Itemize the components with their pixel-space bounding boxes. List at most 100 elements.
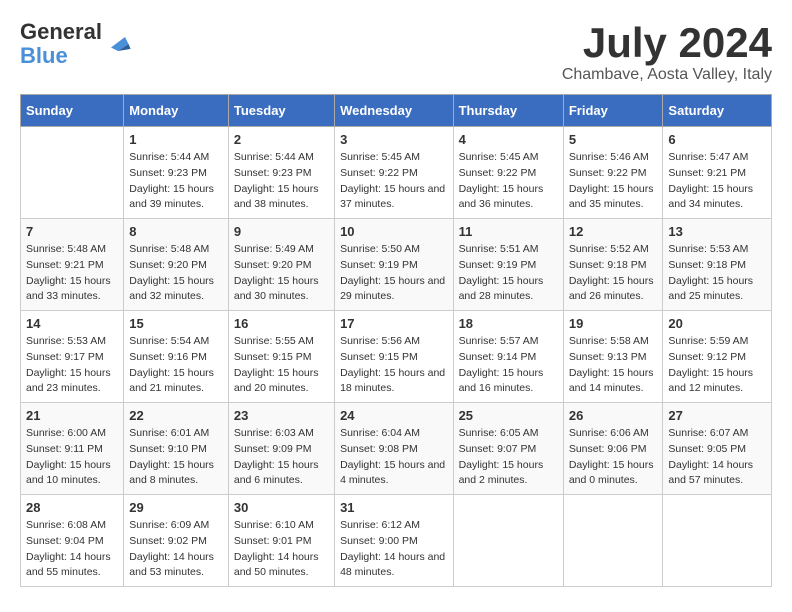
column-header-sunday: Sunday	[21, 95, 124, 127]
calendar-cell: 17 Sunrise: 5:56 AMSunset: 9:15 PMDayligh…	[335, 311, 453, 403]
day-number: 14	[26, 316, 118, 331]
day-info: Sunrise: 5:55 AMSunset: 9:15 PMDaylight:…	[234, 334, 329, 397]
calendar-cell: 5Sunrise: 5:46 AMSunset: 9:22 PMDaylight…	[563, 127, 663, 219]
calendar-cell: 18 Sunrise: 5:57 AMSunset: 9:14 PMDayligh…	[453, 311, 563, 403]
page-header: GeneralBlue July 2024 Chambave, Aosta Va…	[20, 20, 772, 84]
calendar-cell: 24 Sunrise: 6:04 AMSunset: 9:08 PMDayligh…	[335, 403, 453, 495]
calendar-cell: 19 Sunrise: 5:58 AMSunset: 9:13 PMDayligh…	[563, 311, 663, 403]
day-number: 17	[340, 316, 447, 331]
day-number: 8	[129, 224, 223, 239]
day-number: 21	[26, 408, 118, 423]
day-info: Sunrise: 5:49 AMSunset: 9:20 PMDaylight:…	[234, 242, 329, 305]
calendar-cell: 1 Sunrise: 5:44 AMSunset: 9:23 PMDaylight…	[124, 127, 229, 219]
day-number: 11	[459, 224, 558, 239]
calendar-cell: 12Sunrise: 5:52 AMSunset: 9:18 PMDayligh…	[563, 219, 663, 311]
calendar-cell: 13Sunrise: 5:53 AMSunset: 9:18 PMDayligh…	[663, 219, 772, 311]
calendar-cell: 28 Sunrise: 6:08 AMSunset: 9:04 PMDayligh…	[21, 495, 124, 587]
calendar-cell: 30 Sunrise: 6:10 AMSunset: 9:01 PMDayligh…	[228, 495, 334, 587]
calendar-cell	[563, 495, 663, 587]
day-info: Sunrise: 5:45 AMSunset: 9:22 PMDaylight:…	[340, 150, 447, 213]
column-header-friday: Friday	[563, 95, 663, 127]
day-number: 26	[569, 408, 658, 423]
day-number: 2	[234, 132, 329, 147]
day-info: Sunrise: 5:54 AMSunset: 9:16 PMDaylight:…	[129, 334, 223, 397]
day-info: Sunrise: 6:00 AMSunset: 9:11 PMDaylight:…	[26, 426, 118, 489]
column-header-wednesday: Wednesday	[335, 95, 453, 127]
header-row: SundayMondayTuesdayWednesdayThursdayFrid…	[21, 95, 772, 127]
day-number: 1	[129, 132, 223, 147]
calendar-cell: 2 Sunrise: 5:44 AMSunset: 9:23 PMDaylight…	[228, 127, 334, 219]
day-number: 6	[668, 132, 766, 147]
day-number: 3	[340, 132, 447, 147]
day-info: Sunrise: 6:10 AMSunset: 9:01 PMDaylight:…	[234, 518, 329, 581]
day-info: Sunrise: 5:46 AMSunset: 9:22 PMDaylight:…	[569, 150, 658, 213]
day-number: 12	[569, 224, 658, 239]
day-number: 7	[26, 224, 118, 239]
day-info: Sunrise: 6:12 AMSunset: 9:00 PMDaylight:…	[340, 518, 447, 581]
column-header-tuesday: Tuesday	[228, 95, 334, 127]
calendar-cell: 11 Sunrise: 5:51 AMSunset: 9:19 PMDayligh…	[453, 219, 563, 311]
calendar-cell: 7Sunrise: 5:48 AMSunset: 9:21 PMDaylight…	[21, 219, 124, 311]
day-info: Sunrise: 5:50 AMSunset: 9:19 PMDaylight:…	[340, 242, 447, 305]
day-info: Sunrise: 6:03 AMSunset: 9:09 PMDaylight:…	[234, 426, 329, 489]
week-row-4: 21 Sunrise: 6:00 AMSunset: 9:11 PMDayligh…	[21, 403, 772, 495]
calendar-cell: 27 Sunrise: 6:07 AMSunset: 9:05 PMDayligh…	[663, 403, 772, 495]
day-number: 10	[340, 224, 447, 239]
calendar-cell: 23 Sunrise: 6:03 AMSunset: 9:09 PMDayligh…	[228, 403, 334, 495]
calendar-cell: 4 Sunrise: 5:45 AMSunset: 9:22 PMDaylight…	[453, 127, 563, 219]
day-number: 4	[459, 132, 558, 147]
day-info: Sunrise: 6:09 AMSunset: 9:02 PMDaylight:…	[129, 518, 223, 581]
day-number: 20	[668, 316, 766, 331]
location: Chambave, Aosta Valley, Italy	[562, 66, 772, 84]
month-title: July 2024	[562, 20, 772, 66]
calendar-cell: 26 Sunrise: 6:06 AMSunset: 9:06 PMDayligh…	[563, 403, 663, 495]
logo: GeneralBlue	[20, 20, 132, 68]
day-number: 23	[234, 408, 329, 423]
calendar-table: SundayMondayTuesdayWednesdayThursdayFrid…	[20, 94, 772, 587]
day-info: Sunrise: 6:06 AMSunset: 9:06 PMDaylight:…	[569, 426, 658, 489]
calendar-cell: 25Sunrise: 6:05 AMSunset: 9:07 PMDayligh…	[453, 403, 563, 495]
day-info: Sunrise: 5:53 AMSunset: 9:17 PMDaylight:…	[26, 334, 118, 397]
day-info: Sunrise: 5:59 AMSunset: 9:12 PMDaylight:…	[668, 334, 766, 397]
title-block: July 2024 Chambave, Aosta Valley, Italy	[562, 20, 772, 84]
calendar-cell: 31Sunrise: 6:12 AMSunset: 9:00 PMDayligh…	[335, 495, 453, 587]
day-number: 16	[234, 316, 329, 331]
day-number: 27	[668, 408, 766, 423]
calendar-cell: 10 Sunrise: 5:50 AMSunset: 9:19 PMDayligh…	[335, 219, 453, 311]
day-info: Sunrise: 5:56 AMSunset: 9:15 PMDaylight:…	[340, 334, 447, 397]
day-number: 30	[234, 500, 329, 515]
day-info: Sunrise: 5:44 AMSunset: 9:23 PMDaylight:…	[129, 150, 223, 213]
day-info: Sunrise: 6:04 AMSunset: 9:08 PMDaylight:…	[340, 426, 447, 489]
day-info: Sunrise: 5:45 AMSunset: 9:22 PMDaylight:…	[459, 150, 558, 213]
column-header-monday: Monday	[124, 95, 229, 127]
column-header-saturday: Saturday	[663, 95, 772, 127]
day-info: Sunrise: 6:01 AMSunset: 9:10 PMDaylight:…	[129, 426, 223, 489]
day-number: 19	[569, 316, 658, 331]
week-row-3: 14 Sunrise: 5:53 AMSunset: 9:17 PMDayligh…	[21, 311, 772, 403]
calendar-cell: 22 Sunrise: 6:01 AMSunset: 9:10 PMDayligh…	[124, 403, 229, 495]
calendar-cell: 20 Sunrise: 5:59 AMSunset: 9:12 PMDayligh…	[663, 311, 772, 403]
day-info: Sunrise: 5:51 AMSunset: 9:19 PMDaylight:…	[459, 242, 558, 305]
day-number: 18	[459, 316, 558, 331]
week-row-5: 28 Sunrise: 6:08 AMSunset: 9:04 PMDayligh…	[21, 495, 772, 587]
calendar-cell: 15 Sunrise: 5:54 AMSunset: 9:16 PMDayligh…	[124, 311, 229, 403]
day-number: 22	[129, 408, 223, 423]
day-number: 24	[340, 408, 447, 423]
day-number: 29	[129, 500, 223, 515]
day-info: Sunrise: 5:53 AMSunset: 9:18 PMDaylight:…	[668, 242, 766, 305]
day-info: Sunrise: 6:07 AMSunset: 9:05 PMDaylight:…	[668, 426, 766, 489]
day-number: 15	[129, 316, 223, 331]
calendar-cell: 6Sunrise: 5:47 AMSunset: 9:21 PMDaylight…	[663, 127, 772, 219]
calendar-cell: 16 Sunrise: 5:55 AMSunset: 9:15 PMDayligh…	[228, 311, 334, 403]
day-info: Sunrise: 5:44 AMSunset: 9:23 PMDaylight:…	[234, 150, 329, 213]
day-info: Sunrise: 5:57 AMSunset: 9:14 PMDaylight:…	[459, 334, 558, 397]
day-info: Sunrise: 5:58 AMSunset: 9:13 PMDaylight:…	[569, 334, 658, 397]
calendar-cell: 29 Sunrise: 6:09 AMSunset: 9:02 PMDayligh…	[124, 495, 229, 587]
day-number: 28	[26, 500, 118, 515]
column-header-thursday: Thursday	[453, 95, 563, 127]
week-row-1: 1 Sunrise: 5:44 AMSunset: 9:23 PMDaylight…	[21, 127, 772, 219]
calendar-cell	[663, 495, 772, 587]
day-info: Sunrise: 6:08 AMSunset: 9:04 PMDaylight:…	[26, 518, 118, 581]
day-info: Sunrise: 5:48 AMSunset: 9:20 PMDaylight:…	[129, 242, 223, 305]
day-number: 9	[234, 224, 329, 239]
